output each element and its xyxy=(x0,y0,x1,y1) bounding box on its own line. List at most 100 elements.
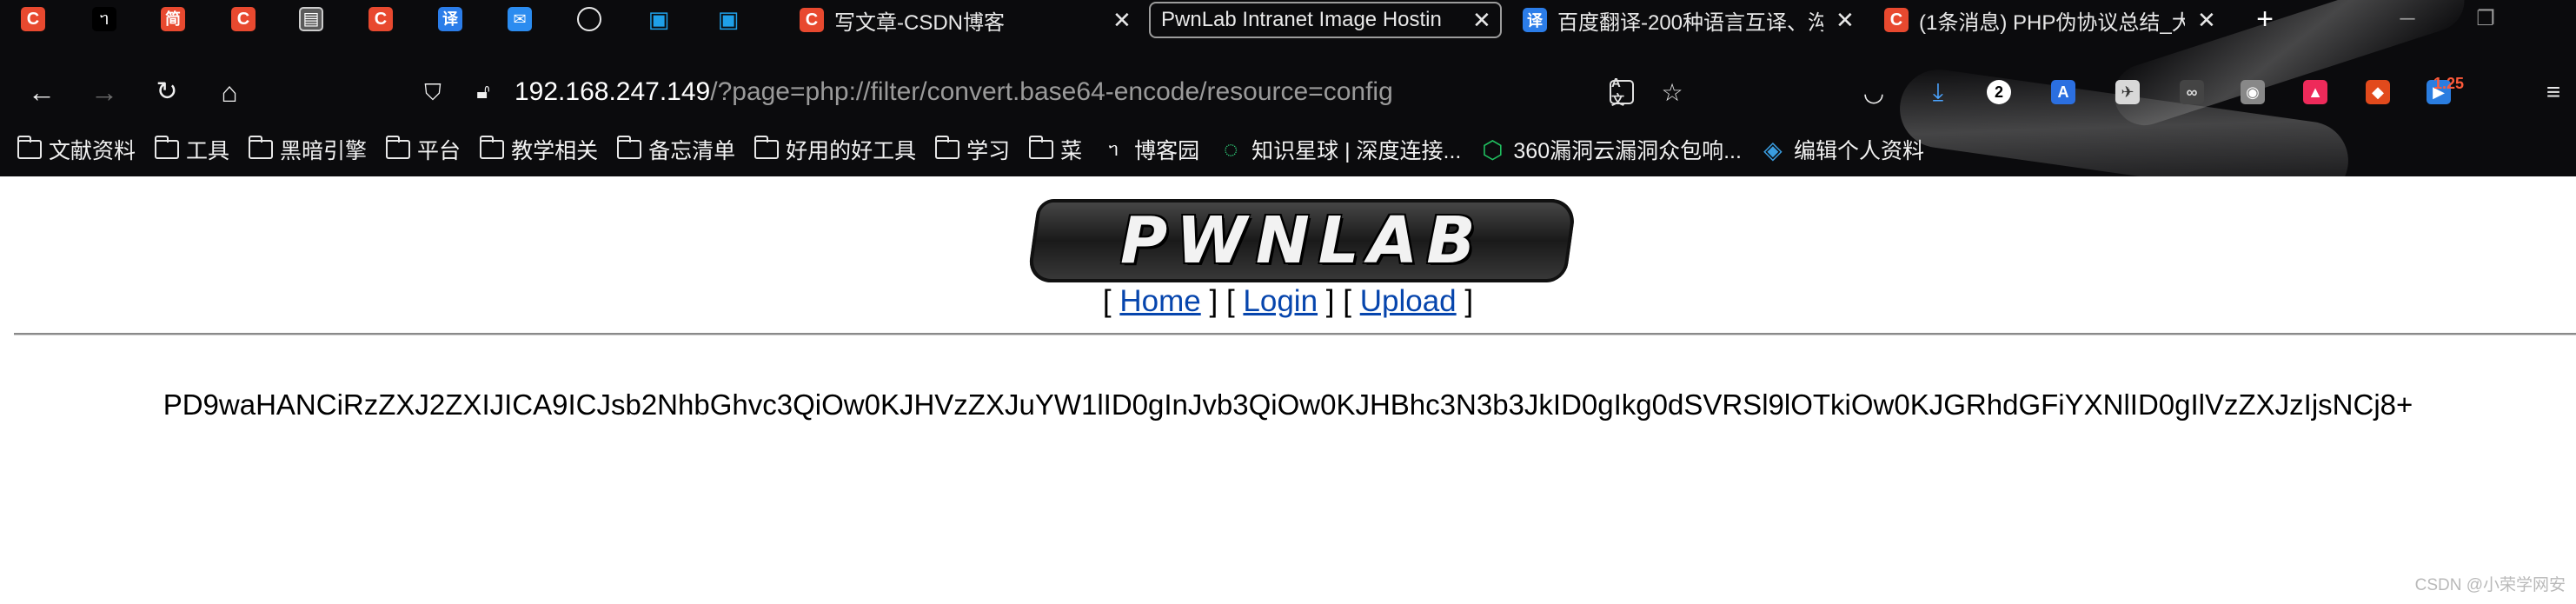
translate-page-icon[interactable]: A文 xyxy=(1606,76,1637,108)
arrow-extension-icon[interactable]: ▲ xyxy=(2300,76,2331,108)
bookmark-star-icon[interactable]: ☆ xyxy=(1656,76,1688,108)
folder-icon xyxy=(616,136,642,159)
bookmark-label: 360漏洞云漏洞众包响... xyxy=(1513,139,1742,163)
navigation-toolbar: ← → ↻ ⌂ ⛉ 🔓︎ 192.168.247.149/?page=php:/… xyxy=(0,66,2576,118)
bookmark-folder-tools[interactable]: 工具 xyxy=(154,134,230,165)
bilibili-icon: ▣ xyxy=(647,6,670,32)
profile-icon: ◈ xyxy=(1763,136,1783,163)
pinned-tab-11[interactable]: ▣ xyxy=(713,3,744,35)
bookmarks-bar: 文献资料 工具 黑暗引擎 平台 教学相关 备忘清单 好用的好工具 学习 菜 ᥐ博… xyxy=(17,132,1943,167)
bookmark-folder-cai[interactable]: 菜 xyxy=(1028,134,1082,165)
pinned-tab-7[interactable]: 译 xyxy=(435,3,466,35)
extension-badge-count: 1.25 xyxy=(2433,74,2465,92)
bookmark-folder-teaching[interactable]: 教学相关 xyxy=(479,134,598,165)
bookmark-folder-dark-engines[interactable]: 黑暗引擎 xyxy=(248,134,368,165)
pinned-tab-8[interactable]: ✉ xyxy=(504,3,535,35)
close-icon[interactable]: ✕ xyxy=(1836,7,1853,34)
back-icon[interactable]: ← xyxy=(24,75,59,110)
bookmark-360-vulcloud[interactable]: ⬡ 360漏洞云漏洞众包响... xyxy=(1480,134,1742,165)
tab-csdn-write[interactable]: C 写文章-CSDN博客 ✕ xyxy=(800,2,1130,38)
fox-extension-icon[interactable]: ◆ xyxy=(2362,76,2393,108)
bird-extension-icon[interactable]: ✈ xyxy=(2112,76,2143,108)
bookmark-label: 黑暗引擎 xyxy=(280,139,368,163)
tab-title: 写文章-CSDN博客 xyxy=(834,10,1005,35)
bookmark-label: 博客园 xyxy=(1134,139,1200,163)
extension-badge-icon[interactable]: 2 xyxy=(1983,76,2015,108)
tab-title: 百度翻译-200种语言互译、沟 xyxy=(1557,10,1823,35)
translate-icon: 译 xyxy=(438,7,462,31)
bookmark-label: 备忘清单 xyxy=(648,139,736,163)
bookmark-folder-study[interactable]: 学习 xyxy=(934,134,1011,165)
close-icon[interactable]: ✕ xyxy=(1112,7,1130,34)
divider xyxy=(14,333,2576,335)
folder-icon xyxy=(385,136,411,159)
url-bar[interactable]: 192.168.247.149/?page=php://filter/conve… xyxy=(515,75,1393,110)
upload-link[interactable]: Upload xyxy=(1360,284,1457,318)
forward-icon[interactable]: → xyxy=(87,75,122,110)
csdn-icon: C xyxy=(800,8,824,32)
folder-icon xyxy=(17,136,42,159)
close-icon[interactable]: ✕ xyxy=(1472,7,1491,34)
pinned-tab-1[interactable]: C xyxy=(17,3,49,35)
bookmark-label: 工具 xyxy=(186,139,230,163)
bookmark-edit-profile[interactable]: ◈ 编辑个人资料 xyxy=(1761,134,1924,165)
pinned-tab-4[interactable]: C xyxy=(228,3,259,35)
page-content: PWNLAB [ Home ] [ Login ] [ Upload ] PD9… xyxy=(0,176,2576,604)
bookmark-folder-platforms[interactable]: 平台 xyxy=(385,134,461,165)
url-path: /?page=php://filter/convert.base64-encod… xyxy=(710,77,1393,106)
watermark: CSDN @小荣学网安 xyxy=(2414,576,2566,594)
reader-icon: ▤ xyxy=(299,7,323,31)
bracket: ] xyxy=(1209,284,1218,318)
pocket-icon[interactable]: ◡ xyxy=(1858,76,1889,108)
tab-php-protocols[interactable]: C (1条消息) PHP伪协议总结_大 ✕ xyxy=(1884,2,2214,38)
bookmark-folder-useful-tools[interactable]: 好用的好工具 xyxy=(754,134,916,165)
pinned-tab-2[interactable]: ᥐ xyxy=(89,3,120,35)
bookmark-label: 文献资料 xyxy=(49,139,136,163)
shield-icon[interactable]: ⛉ xyxy=(415,75,450,110)
folder-icon xyxy=(934,136,960,159)
pwnlab-logo: PWNLAB xyxy=(1026,199,1577,282)
bookmark-folder-cheatsheets[interactable]: 备忘清单 xyxy=(616,134,736,165)
csdn-icon: C xyxy=(1884,8,1909,32)
cnblogs-icon: ᥐ xyxy=(1108,138,1119,160)
bookmark-cnblogs[interactable]: ᥐ 博客园 xyxy=(1101,134,1199,165)
cookie-extension-icon[interactable]: ◉ xyxy=(2237,76,2268,108)
bookmark-label: 平台 xyxy=(417,139,461,163)
login-link[interactable]: Login xyxy=(1243,284,1318,318)
pinned-tab-3[interactable]: 简 xyxy=(157,3,189,35)
pinned-tab-10[interactable]: ▣ xyxy=(643,3,674,35)
bracket: [ xyxy=(1225,284,1235,318)
tab-title: (1条消息) PHP伪协议总结_大 xyxy=(1919,10,2185,35)
downloads-icon[interactable]: ⤓ xyxy=(1922,76,1954,108)
folder-icon xyxy=(248,136,274,159)
tab-baidu-translate[interactable]: 译 百度翻译-200种语言互译、沟 ✕ xyxy=(1523,2,1853,38)
reload-icon[interactable]: ↻ xyxy=(149,75,184,110)
bookmark-label: 学习 xyxy=(966,139,1011,163)
pinned-tab-6[interactable]: C xyxy=(365,3,396,35)
csdn-icon: C xyxy=(231,7,256,31)
close-icon[interactable]: ✕ xyxy=(2197,7,2214,34)
translate-extension-icon[interactable]: A xyxy=(2048,76,2079,108)
home-icon[interactable]: ⌂ xyxy=(212,75,247,110)
pinned-tab-9[interactable] xyxy=(574,3,605,35)
menu-icon[interactable]: ≡ xyxy=(2538,76,2569,108)
csdn-icon: C xyxy=(21,7,45,31)
minimize-icon[interactable]: ─ xyxy=(2392,3,2423,35)
url-text[interactable]: 192.168.247.149/?page=php://filter/conve… xyxy=(515,77,1393,107)
insecure-lock-icon[interactable]: 🔓︎ xyxy=(466,75,501,110)
bookmark-folder-literature[interactable]: 文献资料 xyxy=(17,134,136,165)
folder-icon xyxy=(1028,136,1054,159)
pinned-tab-5[interactable]: ▤ xyxy=(295,3,327,35)
glasses-extension-icon[interactable]: ∞ xyxy=(2176,76,2208,108)
home-link[interactable]: Home xyxy=(1119,284,1200,318)
tab-pwnlab[interactable]: PwnLab Intranet Image Hostin ✕ xyxy=(1149,2,1502,38)
folder-icon xyxy=(754,136,780,159)
zsxq-icon: ◌ xyxy=(1223,136,1238,163)
maximize-icon[interactable]: ❐ xyxy=(2470,3,2501,35)
bracket: ] xyxy=(1464,284,1474,318)
new-tab-button[interactable]: + xyxy=(2249,2,2281,38)
bookmark-zsxq[interactable]: ◌ 知识星球 | 深度连接... xyxy=(1218,134,1462,165)
logo-text: PWNLAB xyxy=(1119,203,1484,278)
bookmark-label: 好用的好工具 xyxy=(786,139,917,163)
csdn-icon: C xyxy=(368,7,393,31)
